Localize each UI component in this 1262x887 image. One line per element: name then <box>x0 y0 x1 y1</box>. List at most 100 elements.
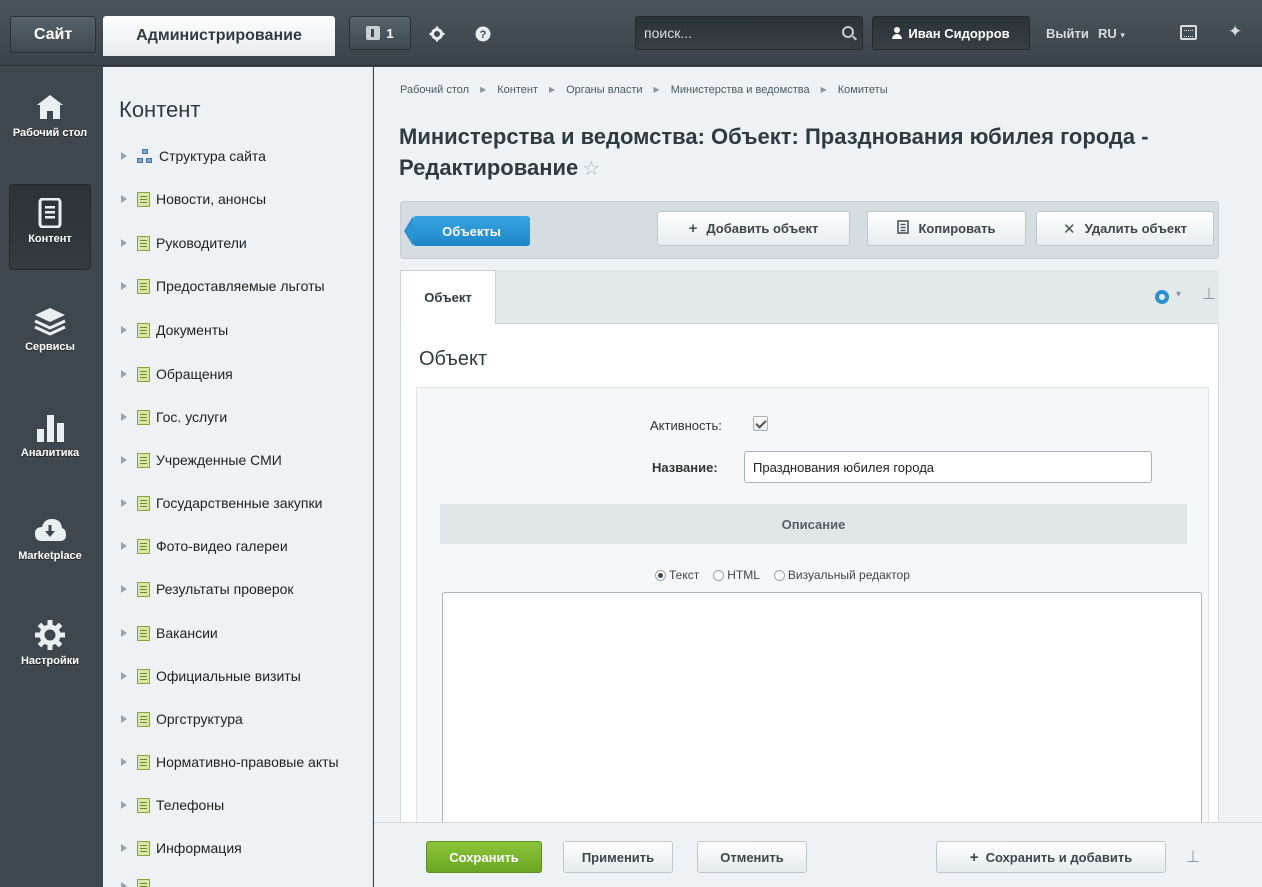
gear-icon[interactable] <box>428 25 446 43</box>
tree-item[interactable]: Государственные закупки <box>121 492 322 514</box>
admin-tab[interactable]: Администрирование <box>103 16 335 56</box>
menu-item-label: Настройки <box>20 655 80 667</box>
language-selector[interactable]: RU ▾ <box>1098 26 1125 41</box>
site-tab[interactable]: Сайт <box>10 16 96 53</box>
tree-item[interactable]: Руководители <box>121 232 247 254</box>
radio-visual-editor[interactable]: Визуальный редактор <box>773 568 910 582</box>
keyboard-icon[interactable] <box>1180 25 1197 40</box>
breadcrumb-item[interactable]: Комитеты <box>838 84 888 96</box>
plus-icon: + <box>688 220 698 237</box>
copy-icon <box>897 219 910 238</box>
tree-item[interactable]: Структура сайта <box>121 145 266 167</box>
search-input[interactable] <box>636 17 832 49</box>
expand-arrow-icon[interactable] <box>121 715 127 723</box>
delete-object-button[interactable]: ✕ Удалить объект <box>1036 211 1214 246</box>
tab-object[interactable]: Объект <box>400 270 496 324</box>
logout-link[interactable]: Выйти <box>1046 26 1089 41</box>
menu-item-marketplace[interactable]: Marketplace <box>9 502 91 588</box>
menu-item-desktop[interactable]: Рабочий стол <box>9 79 91 165</box>
save-button[interactable]: Сохранить <box>426 841 542 873</box>
tree-item[interactable]: Документы <box>121 319 228 341</box>
tree-item[interactable] <box>121 875 150 887</box>
radio-button-icon[interactable] <box>773 569 785 581</box>
infoblock-icon <box>137 754 150 770</box>
copy-button[interactable]: Копировать <box>867 211 1026 246</box>
expand-arrow-icon[interactable] <box>121 152 127 160</box>
expand-arrow-icon[interactable] <box>121 326 127 334</box>
tree-item-label: Предоставляемые льготы <box>156 278 325 294</box>
breadcrumb-item[interactable]: Контент <box>497 84 538 96</box>
expand-arrow-icon[interactable] <box>121 499 127 507</box>
menu-item-label: Marketplace <box>18 550 82 562</box>
name-field[interactable] <box>744 451 1152 483</box>
radio-text[interactable]: Текст <box>655 568 699 582</box>
tree-item[interactable]: Телефоны <box>121 794 224 816</box>
expand-arrow-icon[interactable] <box>121 585 127 593</box>
pin-icon[interactable]: ✦ <box>1228 22 1242 42</box>
tree-item-label: Официальные визиты <box>156 668 301 684</box>
apply-button[interactable]: Применить <box>563 841 673 873</box>
radio-html[interactable]: HTML <box>713 568 760 582</box>
active-checkbox[interactable] <box>753 416 768 431</box>
pin-icon[interactable]: ⊥ <box>1186 847 1200 867</box>
radio-button-icon[interactable] <box>655 569 666 581</box>
expand-arrow-icon[interactable] <box>121 195 127 203</box>
plus-icon: + <box>969 848 979 866</box>
infoblock-icon <box>137 366 150 382</box>
tree-item[interactable]: Вакансии <box>121 622 218 644</box>
radio-button-icon[interactable] <box>713 569 725 581</box>
expand-arrow-icon[interactable] <box>121 672 127 680</box>
expand-arrow-icon[interactable] <box>121 456 127 464</box>
cancel-button[interactable]: Отменить <box>697 841 807 873</box>
tree-item-label: Учрежденные СМИ <box>156 452 282 468</box>
tree-item[interactable]: Гос. услуги <box>121 406 227 428</box>
tree-item[interactable]: Результаты проверок <box>121 578 294 600</box>
save-and-add-button[interactable]: + Сохранить и добавить <box>936 841 1166 873</box>
expand-arrow-icon[interactable] <box>121 239 127 247</box>
expand-arrow-icon[interactable] <box>121 282 127 290</box>
menu-item-analytics[interactable]: Аналитика <box>9 399 91 485</box>
search-icon[interactable] <box>842 26 854 38</box>
tree-item[interactable]: Предоставляемые льготы <box>121 275 325 297</box>
expand-arrow-icon[interactable] <box>121 844 127 852</box>
pin-icon[interactable]: ⊥ <box>1202 284 1216 304</box>
menu-item-settings[interactable]: Настройки <box>9 607 91 693</box>
user-name: Иван Сидорров <box>908 25 1010 41</box>
tree-item[interactable]: Новости, анонсы <box>121 188 266 210</box>
tree-item[interactable]: Учрежденные СМИ <box>121 449 282 471</box>
tree-item[interactable]: Обращения <box>121 363 233 385</box>
expand-arrow-icon[interactable] <box>121 882 127 887</box>
expand-arrow-icon[interactable] <box>121 758 127 766</box>
expand-arrow-icon[interactable] <box>121 413 127 421</box>
menu-item-label: Контент <box>28 233 72 245</box>
expand-arrow-icon[interactable] <box>121 542 127 550</box>
tree-item[interactable]: Нормативно-правовые акты <box>121 751 339 773</box>
tree-item[interactable]: Фото-видео галереи <box>121 535 288 557</box>
notifications-button[interactable]: 1 <box>349 16 411 50</box>
chevron-down-icon[interactable]: ▾ <box>1176 289 1181 300</box>
infoblock-icon <box>137 538 150 554</box>
tree-item-label: Новости, анонсы <box>156 191 267 207</box>
breadcrumb-item[interactable]: Рабочий стол <box>400 84 469 96</box>
expand-arrow-icon[interactable] <box>121 370 127 378</box>
search-box[interactable] <box>635 16 863 50</box>
help-icon[interactable]: ? <box>474 25 492 43</box>
breadcrumb-item[interactable]: Органы власти <box>566 84 642 96</box>
infoblock-icon <box>137 322 150 338</box>
expand-arrow-icon[interactable] <box>121 801 127 809</box>
tree-item[interactable]: Официальные визиты <box>121 665 301 687</box>
star-icon[interactable]: ☆ <box>582 158 600 180</box>
objects-back-button[interactable]: Объекты <box>404 216 530 246</box>
breadcrumb-item[interactable]: Министерства и ведомства <box>671 84 810 96</box>
user-menu[interactable]: Иван Сидорров <box>872 16 1030 50</box>
add-object-button[interactable]: + Добавить объект <box>657 211 850 246</box>
expand-arrow-icon[interactable] <box>121 629 127 637</box>
tree-item-label: Информация <box>156 840 242 856</box>
infoblock-icon <box>137 878 150 887</box>
menu-item-content[interactable]: Контент <box>9 184 91 270</box>
menu-item-services[interactable]: Сервисы <box>9 293 91 379</box>
tree-item[interactable]: Информация <box>121 837 242 859</box>
gear-icon[interactable] <box>1155 290 1169 304</box>
tree-item[interactable]: Оргструктура <box>121 708 243 730</box>
document-icon <box>30 193 70 233</box>
